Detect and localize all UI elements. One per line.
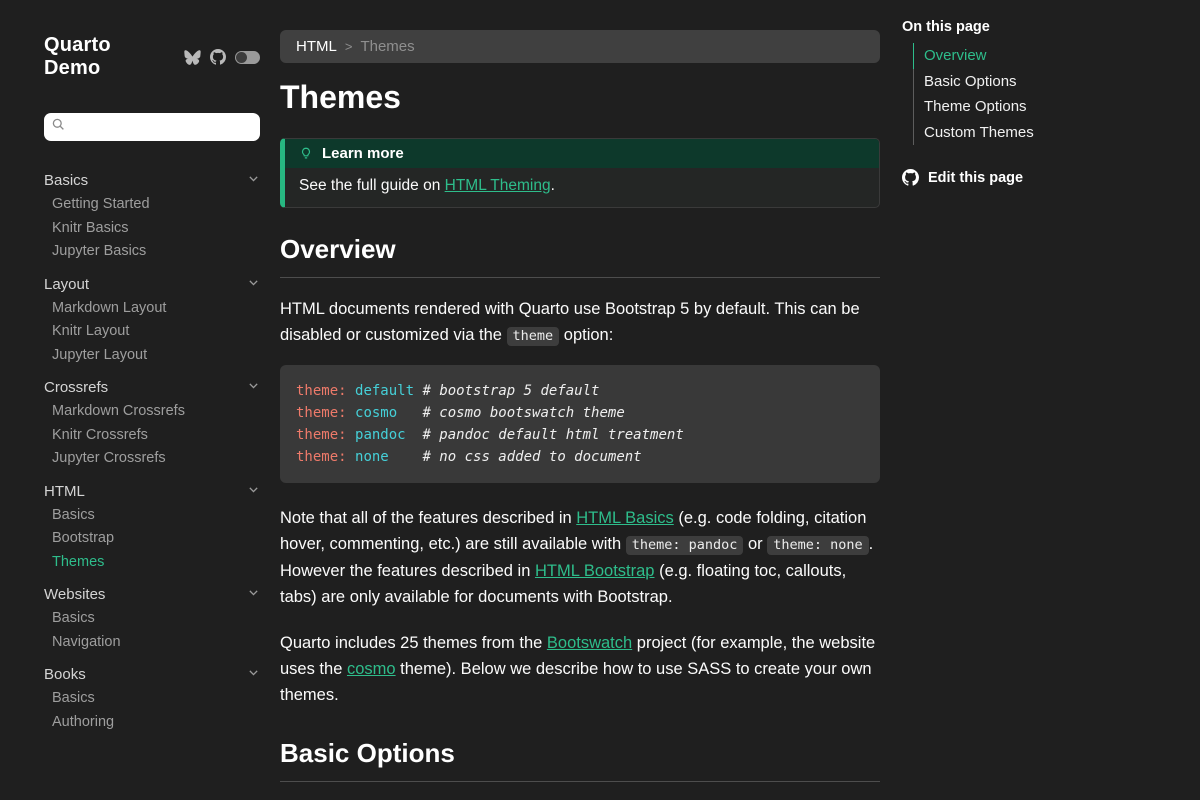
sidebar-item-books-basics[interactable]: Basics — [52, 687, 260, 711]
sidebar-section-websites[interactable]: Websites — [44, 582, 260, 607]
html-basics-link[interactable]: HTML Basics — [576, 509, 674, 527]
site-title[interactable]: Quarto Demo — [44, 34, 172, 80]
search-icon — [52, 118, 65, 136]
sidebar: Quarto Demo Basics Getting Started Kn — [0, 0, 280, 800]
cosmo-link[interactable]: cosmo — [347, 660, 396, 678]
html-theming-link[interactable]: HTML Theming — [445, 177, 551, 194]
sidebar-item-themes[interactable]: Themes — [52, 551, 260, 575]
code-line: theme: none # no css added to document — [296, 446, 864, 468]
code-line: theme: default # bootstrap 5 default — [296, 380, 864, 402]
basic-options-heading: Basic Options — [280, 738, 880, 782]
callout-title: Learn more — [322, 145, 404, 162]
toc-item-theme-options[interactable]: Theme Options — [913, 94, 1180, 120]
sidebar-item-html-basics[interactable]: Basics — [52, 504, 260, 528]
chevron-down-icon — [247, 168, 260, 193]
sidebar-section-basics[interactable]: Basics — [44, 168, 260, 193]
theme-pandoc-inline-code: theme: pandoc — [626, 536, 744, 555]
code-line: theme: cosmo # cosmo bootswatch theme — [296, 402, 864, 424]
breadcrumb-current: Themes — [360, 38, 414, 55]
page-title: Themes — [280, 79, 880, 116]
sidebar-item-markdown-layout[interactable]: Markdown Layout — [52, 297, 260, 321]
search-box[interactable] — [44, 113, 260, 141]
lightbulb-icon — [299, 146, 313, 161]
sidebar-item-authoring[interactable]: Authoring — [52, 711, 260, 735]
html-bootstrap-link[interactable]: HTML Bootstrap — [535, 562, 655, 580]
sidebar-item-knitr-crossrefs[interactable]: Knitr Crossrefs — [52, 424, 260, 448]
code-line: theme: pandoc # pandoc default html trea… — [296, 424, 864, 446]
sidebar-item-jupyter-layout[interactable]: Jupyter Layout — [52, 344, 260, 368]
chevron-down-icon — [247, 662, 260, 687]
overview-heading: Overview — [280, 234, 880, 278]
breadcrumb-html[interactable]: HTML — [296, 38, 337, 55]
toc: On this page Overview Basic Options Them… — [880, 0, 1200, 800]
dark-mode-toggle[interactable] — [235, 51, 260, 64]
chevron-down-icon — [247, 375, 260, 400]
sidebar-item-navigation[interactable]: Navigation — [52, 631, 260, 655]
toggle-knob — [236, 52, 247, 63]
bluesky-icon[interactable] — [184, 50, 201, 65]
learn-more-callout: Learn more See the full guide on HTML Th… — [280, 138, 880, 208]
chevron-down-icon — [247, 582, 260, 607]
sidebar-item-getting-started[interactable]: Getting Started — [52, 193, 260, 217]
overview-paragraph-1: HTML documents rendered with Quarto use … — [280, 296, 880, 349]
toc-item-overview[interactable]: Overview — [913, 43, 1180, 69]
toc-heading: On this page — [902, 19, 1180, 35]
sidebar-section-crossrefs[interactable]: Crossrefs — [44, 375, 260, 400]
sidebar-item-bootstrap[interactable]: Bootstrap — [52, 527, 260, 551]
toc-item-custom-themes[interactable]: Custom Themes — [913, 120, 1180, 146]
sidebar-section-layout[interactable]: Layout — [44, 272, 260, 297]
breadcrumb: HTML > Themes — [280, 30, 880, 63]
callout-text-suffix: . — [551, 177, 555, 194]
github-icon — [902, 169, 919, 186]
chevron-down-icon — [247, 479, 260, 504]
github-icon[interactable] — [210, 49, 226, 65]
main-content: HTML > Themes Themes Learn more See the … — [280, 0, 880, 800]
overview-paragraph-3: Quarto includes 25 themes from the Boots… — [280, 630, 880, 708]
chevron-down-icon — [247, 272, 260, 297]
edit-this-page-link[interactable]: Edit this page — [902, 169, 1180, 186]
sidebar-item-websites-basics[interactable]: Basics — [52, 607, 260, 631]
sidebar-item-jupyter-crossrefs[interactable]: Jupyter Crossrefs — [52, 447, 260, 471]
callout-text: See the full guide on — [299, 177, 445, 194]
theme-none-inline-code: theme: none — [767, 536, 868, 555]
theme-code-block: theme: default # bootstrap 5 defaultthem… — [280, 365, 880, 483]
breadcrumb-separator: > — [345, 39, 353, 54]
sidebar-item-knitr-layout[interactable]: Knitr Layout — [52, 320, 260, 344]
theme-inline-code: theme — [507, 327, 560, 346]
sidebar-nav: Basics Getting Started Knitr Basics Jupy… — [44, 168, 260, 734]
sidebar-section-html[interactable]: HTML — [44, 479, 260, 504]
overview-paragraph-2: Note that all of the features described … — [280, 505, 880, 610]
toc-item-basic-options[interactable]: Basic Options — [913, 69, 1180, 95]
sidebar-section-books[interactable]: Books — [44, 662, 260, 687]
sidebar-item-markdown-crossrefs[interactable]: Markdown Crossrefs — [52, 400, 260, 424]
sidebar-item-knitr-basics[interactable]: Knitr Basics — [52, 217, 260, 241]
search-input[interactable] — [71, 120, 252, 135]
bootswatch-link[interactable]: Bootswatch — [547, 634, 632, 652]
sidebar-item-jupyter-basics[interactable]: Jupyter Basics — [52, 240, 260, 264]
